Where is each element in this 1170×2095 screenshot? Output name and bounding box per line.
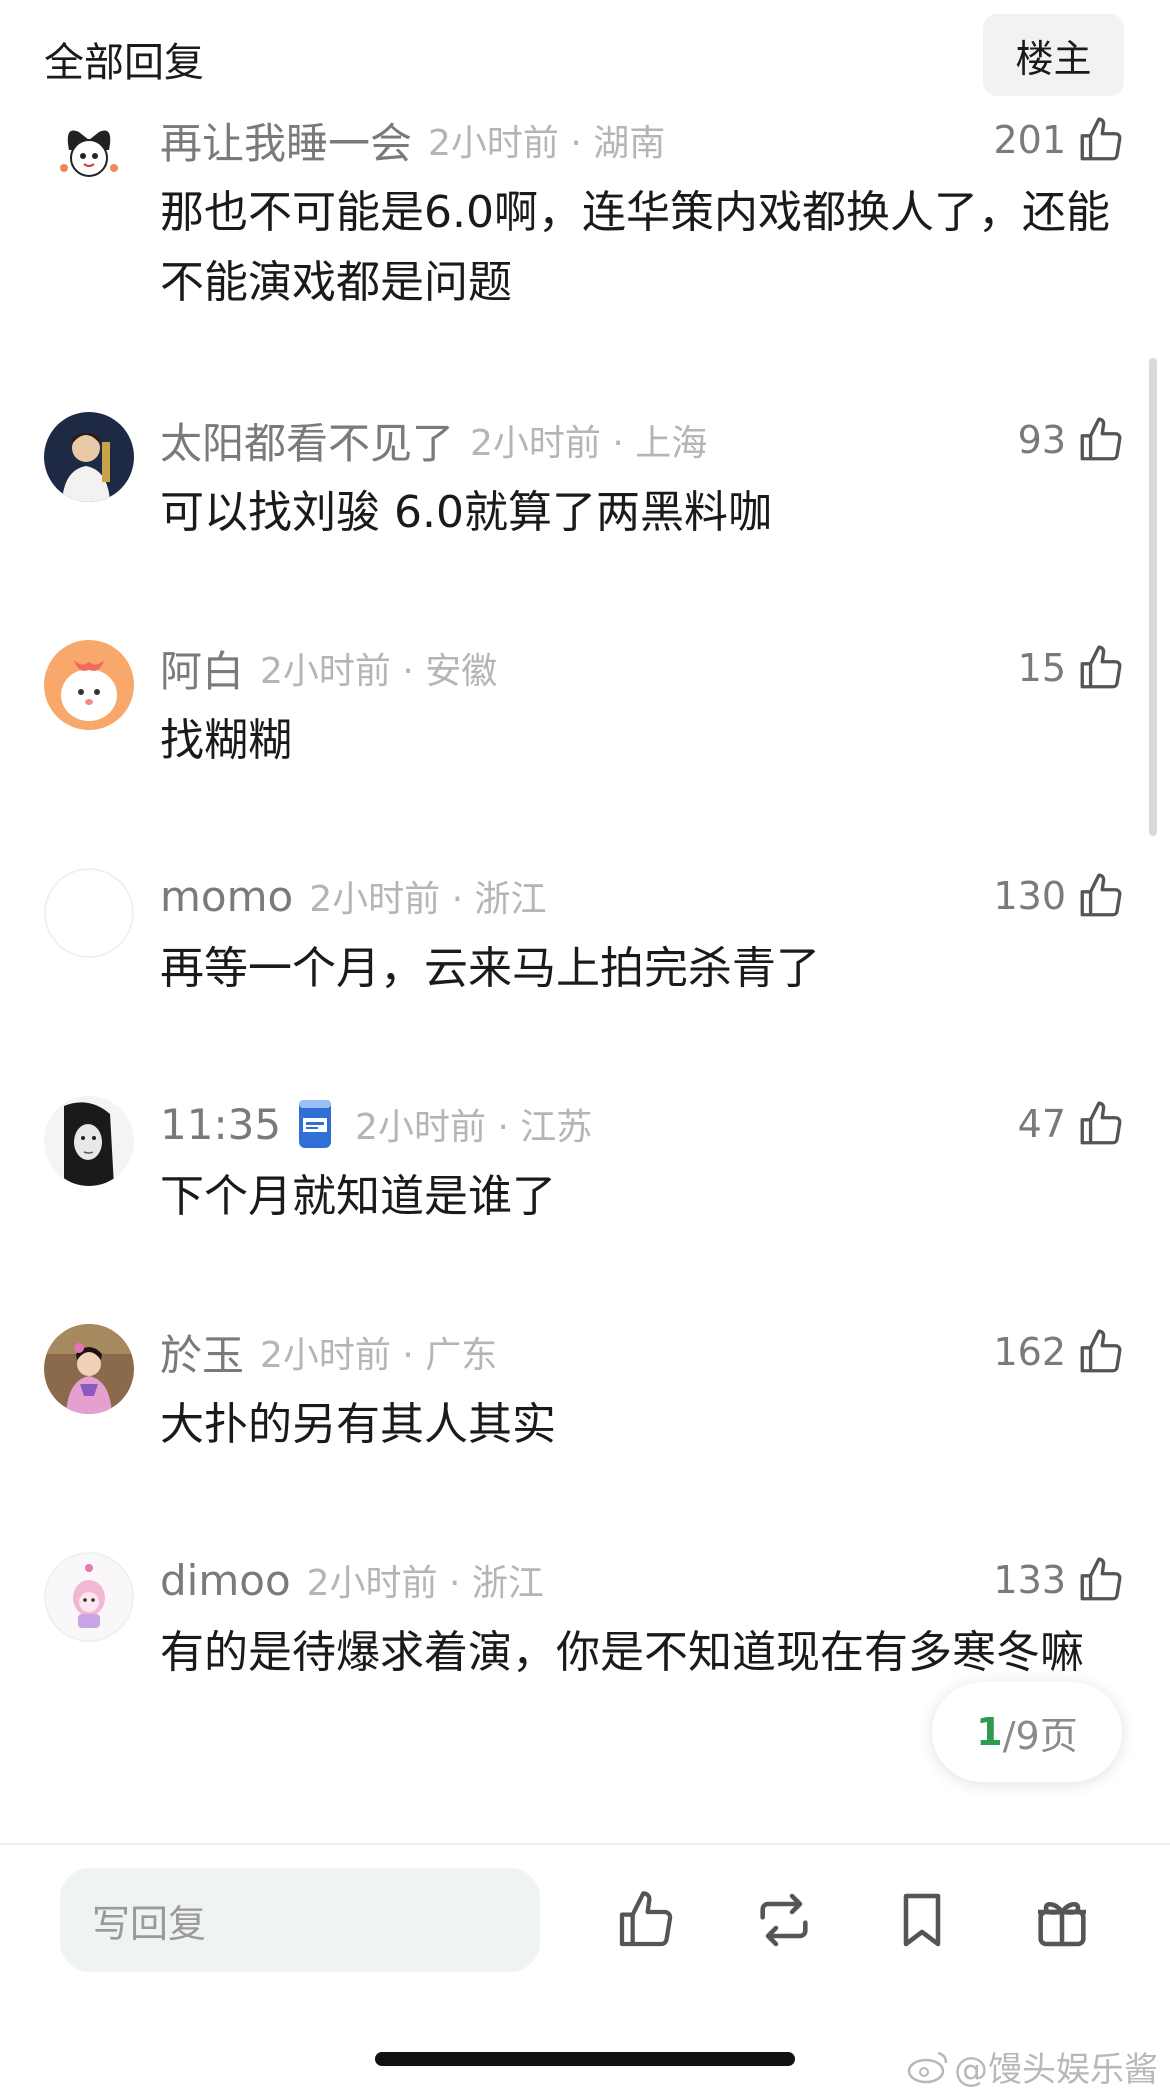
repost-icon [760, 1893, 808, 1947]
gift-icon [1038, 1901, 1086, 1947]
comment-text: 那也不可能是6.0啊，连华策内戏都换人了，还能不能演戏都是问题 [160, 187, 1110, 308]
avatar[interactable] [44, 1552, 134, 1642]
like-button[interactable]: 133 [993, 1550, 1126, 1610]
avatar[interactable] [44, 640, 134, 730]
username[interactable]: 阿白 [160, 638, 244, 699]
timestamp-location: 2小时前 · 浙江 [309, 879, 547, 920]
repost-button[interactable] [752, 1888, 816, 1952]
thumb-up-icon [1080, 417, 1122, 461]
watermark: @馒头娱乐酱 [906, 2042, 1158, 2091]
like-count: 162 [993, 1330, 1066, 1374]
watermark-text: @馒头娱乐酱 [954, 2050, 1158, 2090]
beer-can-badge-icon [295, 1096, 335, 1152]
thumb-up-icon [1080, 645, 1122, 689]
page-title: 全部回复 [44, 40, 204, 86]
avatar[interactable] [44, 1324, 134, 1414]
bookmark-button[interactable] [890, 1888, 954, 1952]
timestamp-location: 2小时前 · 上海 [470, 423, 708, 464]
avatar[interactable] [44, 412, 134, 502]
username[interactable]: 太阳都看不见了 [160, 410, 454, 471]
like-count: 93 [1017, 418, 1066, 462]
timestamp-location: 2小时前 · 广东 [260, 1335, 498, 1376]
current-page: 1 [976, 1710, 1003, 1754]
thumb-up-icon [1080, 1557, 1122, 1601]
timestamp-location: 2小时前 · 浙江 [306, 1563, 544, 1604]
like-count: 130 [993, 874, 1066, 918]
avatar[interactable] [44, 868, 134, 958]
timestamp-location: 2小时前 · 安徽 [260, 651, 498, 692]
username[interactable]: momo [160, 872, 293, 921]
weibo-logo-icon [907, 2051, 948, 2083]
comment-text: 大扑的另有其人其实 [160, 1399, 556, 1450]
thumb-up-icon [1080, 1329, 1122, 1373]
timestamp-location: 2小时前 · 湖南 [428, 123, 666, 164]
comment-text: 找糊糊 [160, 715, 292, 766]
avatar[interactable] [44, 110, 134, 200]
like-button[interactable]: 201 [993, 110, 1126, 170]
like-count: 47 [1017, 1102, 1066, 1146]
total-pages: /9页 [1002, 1713, 1078, 1758]
comment-text: 有的是待爆求着演，你是不知道现在有多寒冬嘛 [160, 1627, 1084, 1678]
bookmark-icon [903, 1893, 941, 1947]
thumb-up-icon [1080, 1101, 1122, 1145]
like-count: 201 [993, 118, 1066, 162]
reply-input[interactable]: 写回复 [60, 1868, 540, 1972]
scrollbar[interactable] [1149, 358, 1157, 836]
thumb-up-icon [619, 1891, 673, 1947]
username[interactable]: dimoo [160, 1556, 291, 1605]
like-count: 15 [1017, 646, 1066, 690]
username[interactable]: 再让我睡一会 [160, 110, 412, 171]
username[interactable]: 於玉 [160, 1322, 244, 1383]
comment-text: 下个月就知道是谁了 [160, 1171, 556, 1222]
divider [0, 1843, 1170, 1845]
page-indicator[interactable]: 1/9页 [932, 1682, 1122, 1782]
like-button[interactable]: 162 [993, 1322, 1126, 1382]
avatar[interactable] [44, 1096, 134, 1186]
like-button[interactable]: 47 [1018, 1094, 1126, 1154]
op-only-toggle-button[interactable]: 楼主 [983, 14, 1124, 96]
thumb-up-icon [1080, 117, 1122, 161]
like-post-button[interactable] [614, 1888, 678, 1952]
home-indicator[interactable] [375, 2052, 795, 2066]
timestamp-location: 2小时前 · 江苏 [355, 1107, 593, 1148]
thumb-up-icon [1080, 873, 1122, 917]
like-button[interactable]: 15 [1018, 638, 1126, 698]
gift-button[interactable] [1030, 1888, 1094, 1952]
like-button[interactable]: 130 [993, 866, 1126, 926]
like-count: 133 [993, 1558, 1066, 1602]
username[interactable]: 11:35 [160, 1100, 281, 1149]
comment-text: 再等一个月，云来马上拍完杀青了 [160, 943, 820, 994]
like-button[interactable]: 93 [1018, 410, 1126, 470]
comment-text: 可以找刘骏 6.0就算了两黑料咖 [160, 487, 772, 538]
